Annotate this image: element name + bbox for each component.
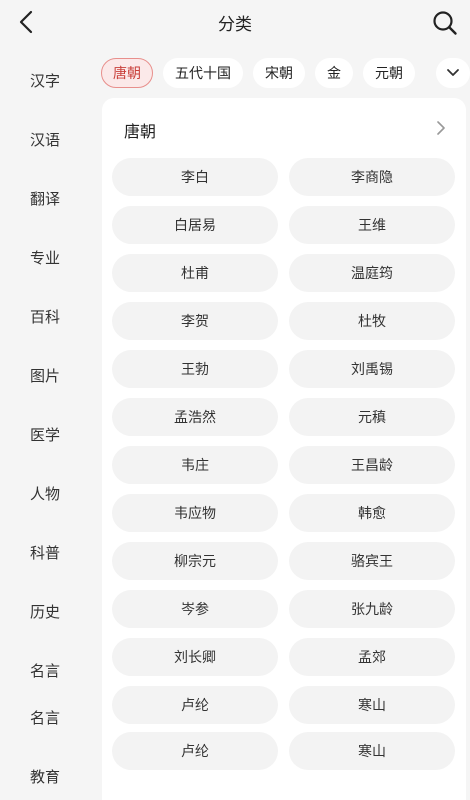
category-sidebar: 汉字 汉语 翻译 专业 百科 图片 医学 人物 科普 历史 名言 名言 教育 <box>0 44 90 800</box>
tab-chip[interactable]: 宋朝 <box>253 58 305 88</box>
more-tabs-button[interactable] <box>436 58 470 88</box>
dynasty-tabs: 唐朝 五代十国 宋朝 金 元朝 <box>100 58 470 90</box>
poet-button[interactable]: 寒山 <box>289 686 455 724</box>
chevron-right-icon <box>437 121 445 135</box>
back-button[interactable] <box>12 8 40 36</box>
panel-header[interactable]: 唐朝 <box>102 98 466 158</box>
sidebar-item[interactable]: 汉字 <box>0 70 90 91</box>
search-icon <box>433 11 457 35</box>
sidebar-item[interactable]: 医学 <box>0 424 90 445</box>
sidebar-item[interactable]: 历史 <box>0 601 90 622</box>
poet-button[interactable]: 寒山 <box>289 732 455 770</box>
poet-button[interactable]: 柳宗元 <box>112 542 278 580</box>
sidebar-item[interactable]: 科普 <box>0 542 90 563</box>
poet-button[interactable]: 骆宾王 <box>289 542 455 580</box>
poet-button[interactable]: 李商隐 <box>289 158 455 196</box>
poet-button[interactable]: 白居易 <box>112 206 278 244</box>
poet-button[interactable]: 孟郊 <box>289 638 455 676</box>
poet-button[interactable]: 韩愈 <box>289 494 455 532</box>
tab-chip[interactable]: 元朝 <box>363 58 415 88</box>
panel-title: 唐朝 <box>124 122 157 141</box>
poet-button[interactable]: 卢纶 <box>112 732 278 770</box>
poet-button[interactable]: 卢纶 <box>112 686 278 724</box>
chevron-left-icon <box>19 10 33 34</box>
poet-button[interactable]: 孟浩然 <box>112 398 278 436</box>
poet-button[interactable]: 韦应物 <box>112 494 278 532</box>
poet-button[interactable]: 刘长卿 <box>112 638 278 676</box>
chevron-down-icon <box>447 69 459 76</box>
sidebar-item[interactable]: 教育 <box>0 766 90 787</box>
poet-button[interactable]: 岑参 <box>112 590 278 628</box>
poet-button[interactable]: 李贺 <box>112 302 278 340</box>
poet-button[interactable]: 王昌龄 <box>289 446 455 484</box>
poet-button[interactable]: 元稹 <box>289 398 455 436</box>
page-title: 分类 <box>218 14 252 35</box>
tab-chip[interactable]: 五代十国 <box>163 58 243 88</box>
poet-button[interactable]: 王勃 <box>112 350 278 388</box>
tab-chip-active[interactable]: 唐朝 <box>101 58 153 88</box>
sidebar-item[interactable]: 名言 <box>0 660 90 681</box>
poet-button[interactable]: 韦庄 <box>112 446 278 484</box>
poet-panel: 唐朝 李白 李商隐 白居易 王维 杜甫 温庭筠 李贺 杜牧 王勃 刘禹锡 孟浩然… <box>102 98 466 800</box>
sidebar-item[interactable]: 百科 <box>0 306 90 327</box>
tab-chip[interactable]: 金 <box>315 58 353 88</box>
search-button[interactable] <box>430 8 460 38</box>
sidebar-item[interactable]: 人物 <box>0 483 90 504</box>
sidebar-item[interactable]: 翻译 <box>0 188 90 209</box>
sidebar-item[interactable]: 专业 <box>0 247 90 268</box>
poet-button[interactable]: 王维 <box>289 206 455 244</box>
poet-button[interactable]: 张九龄 <box>289 590 455 628</box>
poet-button[interactable]: 杜牧 <box>289 302 455 340</box>
poet-button[interactable]: 刘禹锡 <box>289 350 455 388</box>
top-bar: 分类 <box>0 0 470 44</box>
poet-button[interactable]: 李白 <box>112 158 278 196</box>
poet-button[interactable]: 杜甫 <box>112 254 278 292</box>
sidebar-item[interactable]: 名言 <box>0 707 90 728</box>
poet-button[interactable]: 温庭筠 <box>289 254 455 292</box>
sidebar-item[interactable]: 图片 <box>0 365 90 386</box>
sidebar-item[interactable]: 汉语 <box>0 129 90 150</box>
